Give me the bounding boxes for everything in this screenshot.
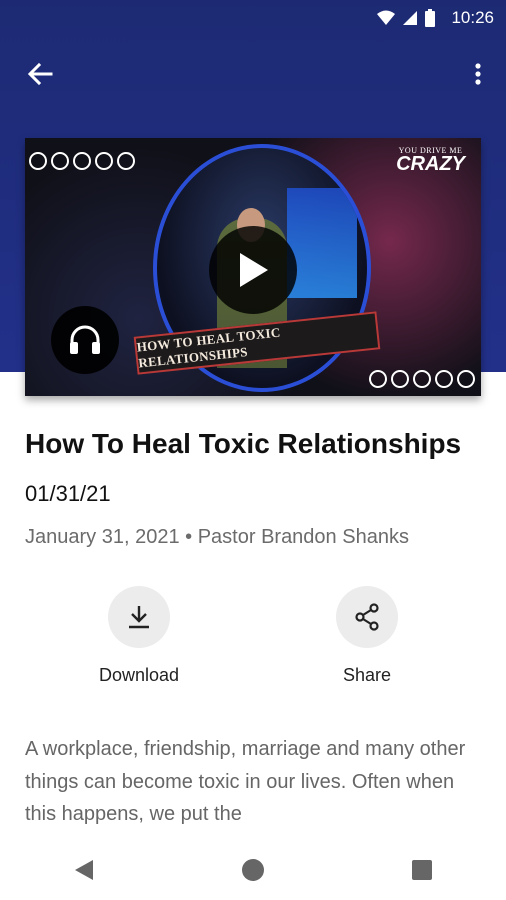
play-button[interactable]: [209, 226, 297, 314]
more-vert-icon: [475, 63, 481, 85]
status-bar: 10:26: [0, 0, 506, 36]
sermon-title: How To Heal Toxic Relationships: [25, 428, 462, 459]
more-options-button[interactable]: [468, 58, 488, 90]
nav-home-button[interactable]: [233, 850, 273, 890]
sermon-thumbnail[interactable]: YOU DRIVE ME CRAZY HOW TO HEAL TOXIC REL…: [25, 138, 481, 396]
series-brand: YOU DRIVE ME CRAZY: [396, 146, 465, 175]
share-action[interactable]: Share: [307, 586, 427, 686]
battery-icon: [425, 9, 435, 27]
download-action[interactable]: Download: [79, 586, 199, 686]
series-brand-big: CRAZY: [396, 153, 465, 175]
wifi-icon: [377, 10, 395, 25]
download-button[interactable]: [108, 586, 170, 648]
meta-separator: •: [185, 526, 193, 548]
share-label: Share: [342, 665, 392, 685]
headphones-icon: [70, 325, 100, 354]
status-time: 10:26: [451, 8, 494, 27]
nav-home-icon: [241, 859, 264, 881]
thumbnail-logo-icons: [29, 152, 135, 170]
download-label: Download: [98, 665, 180, 685]
download-icon: [129, 606, 149, 629]
signal-icon: [403, 11, 417, 25]
arrow-back-icon: [27, 62, 53, 86]
nav-back-icon: [75, 860, 94, 880]
system-nav-bar: [0, 840, 506, 900]
nav-back-button[interactable]: [64, 850, 104, 890]
share-button[interactable]: [336, 586, 398, 648]
sermon-meta: January 31, 2021 • Pastor Brandon Shanks: [25, 526, 409, 549]
sermon-speaker: Pastor Brandon Shanks: [197, 526, 409, 548]
sermon-date: January 31, 2021: [25, 526, 180, 548]
back-button[interactable]: [22, 58, 58, 90]
sermon-subtitle: 01/31/21: [25, 481, 111, 506]
thumbnail-logo-icons-bottom: [369, 370, 475, 388]
audio-button[interactable]: [51, 306, 119, 374]
nav-recents-button[interactable]: [402, 850, 442, 890]
play-icon: [240, 253, 268, 287]
share-icon: [355, 603, 379, 631]
sermon-description: A workplace, friendship, marriage and ma…: [25, 738, 466, 825]
status-icons: [376, 8, 436, 28]
nav-recents-icon: [411, 860, 432, 880]
